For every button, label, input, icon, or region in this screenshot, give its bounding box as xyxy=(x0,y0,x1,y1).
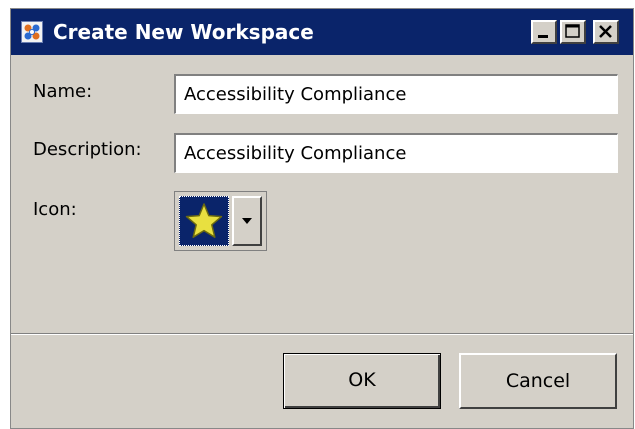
close-icon xyxy=(599,25,612,38)
title-bar[interactable]: Create New Workspace xyxy=(11,9,633,55)
icon-dropdown-button[interactable] xyxy=(232,196,262,246)
selected-icon-swatch[interactable] xyxy=(179,196,229,246)
description-label: Description: xyxy=(33,139,142,160)
maximize-button[interactable] xyxy=(560,20,586,44)
close-button[interactable] xyxy=(593,20,619,44)
create-workspace-dialog: Create New Workspace Name: Description: … xyxy=(10,8,634,429)
icon-label: Icon: xyxy=(33,199,77,220)
footer-separator xyxy=(11,333,633,335)
star-icon xyxy=(185,203,223,238)
window-title: Create New Workspace xyxy=(53,20,314,44)
maximize-icon xyxy=(565,24,580,38)
cancel-button[interactable]: Cancel xyxy=(459,353,617,409)
name-label: Name: xyxy=(33,81,93,102)
icon-picker[interactable] xyxy=(174,191,267,251)
description-input[interactable] xyxy=(174,133,618,173)
chevron-down-icon xyxy=(242,218,252,224)
name-input[interactable] xyxy=(174,74,618,114)
workspace-app-icon xyxy=(21,21,43,43)
minimize-button[interactable] xyxy=(531,20,557,44)
ok-button[interactable]: OK xyxy=(283,353,441,409)
minimize-icon xyxy=(538,35,548,38)
